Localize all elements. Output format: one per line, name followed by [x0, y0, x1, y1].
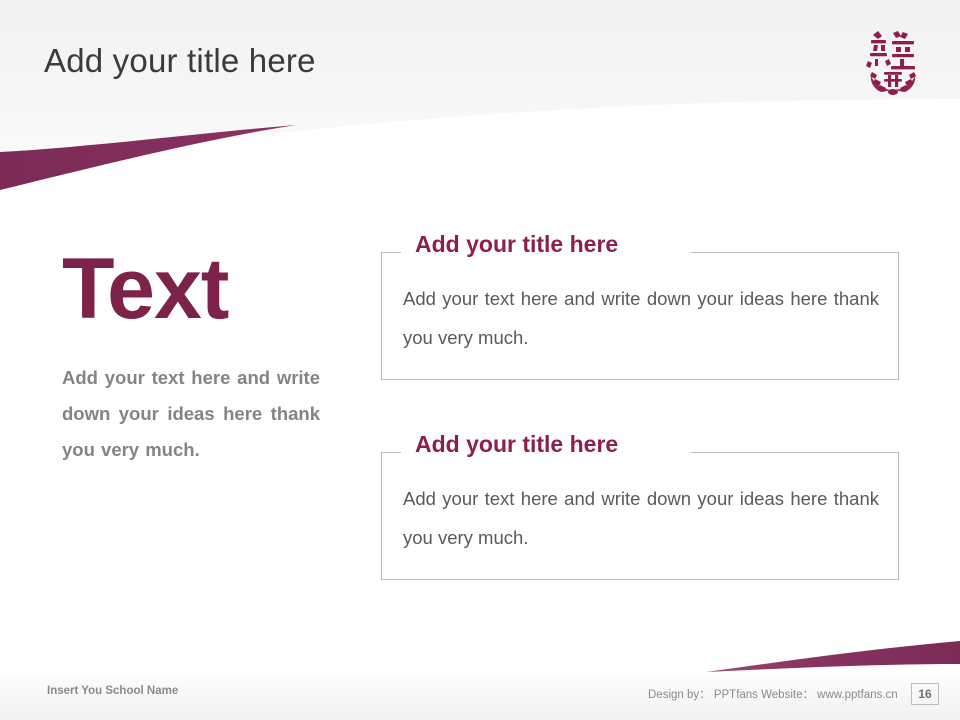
presentation-slide: Add your title here Text Add your text h… [0, 0, 960, 720]
content-panel-2: Add your title here Add your text here a… [381, 431, 899, 580]
big-text-heading: Text [62, 241, 229, 337]
left-paragraph: Add your text here and write down your i… [62, 367, 320, 461]
content-panel-1: Add your title here Add your text here a… [381, 231, 899, 380]
panel-title-2: Add your title here [409, 431, 625, 458]
page-number-badge: 16 [911, 683, 939, 705]
footer-school-name: Insert You School Name [47, 685, 179, 697]
panel-body-1: Add your text here and write down your i… [403, 288, 879, 348]
footer-credit: Design by： PPTfans Website： www.pptfans.… [648, 689, 898, 701]
slide-title: Add your title here [44, 42, 316, 79]
university-crest-logo [862, 26, 924, 96]
left-text-column: Text Add your text here and write down y… [62, 246, 320, 468]
panel-body-2: Add your text here and write down your i… [403, 488, 879, 548]
panel-title-1: Add your title here [409, 231, 625, 258]
